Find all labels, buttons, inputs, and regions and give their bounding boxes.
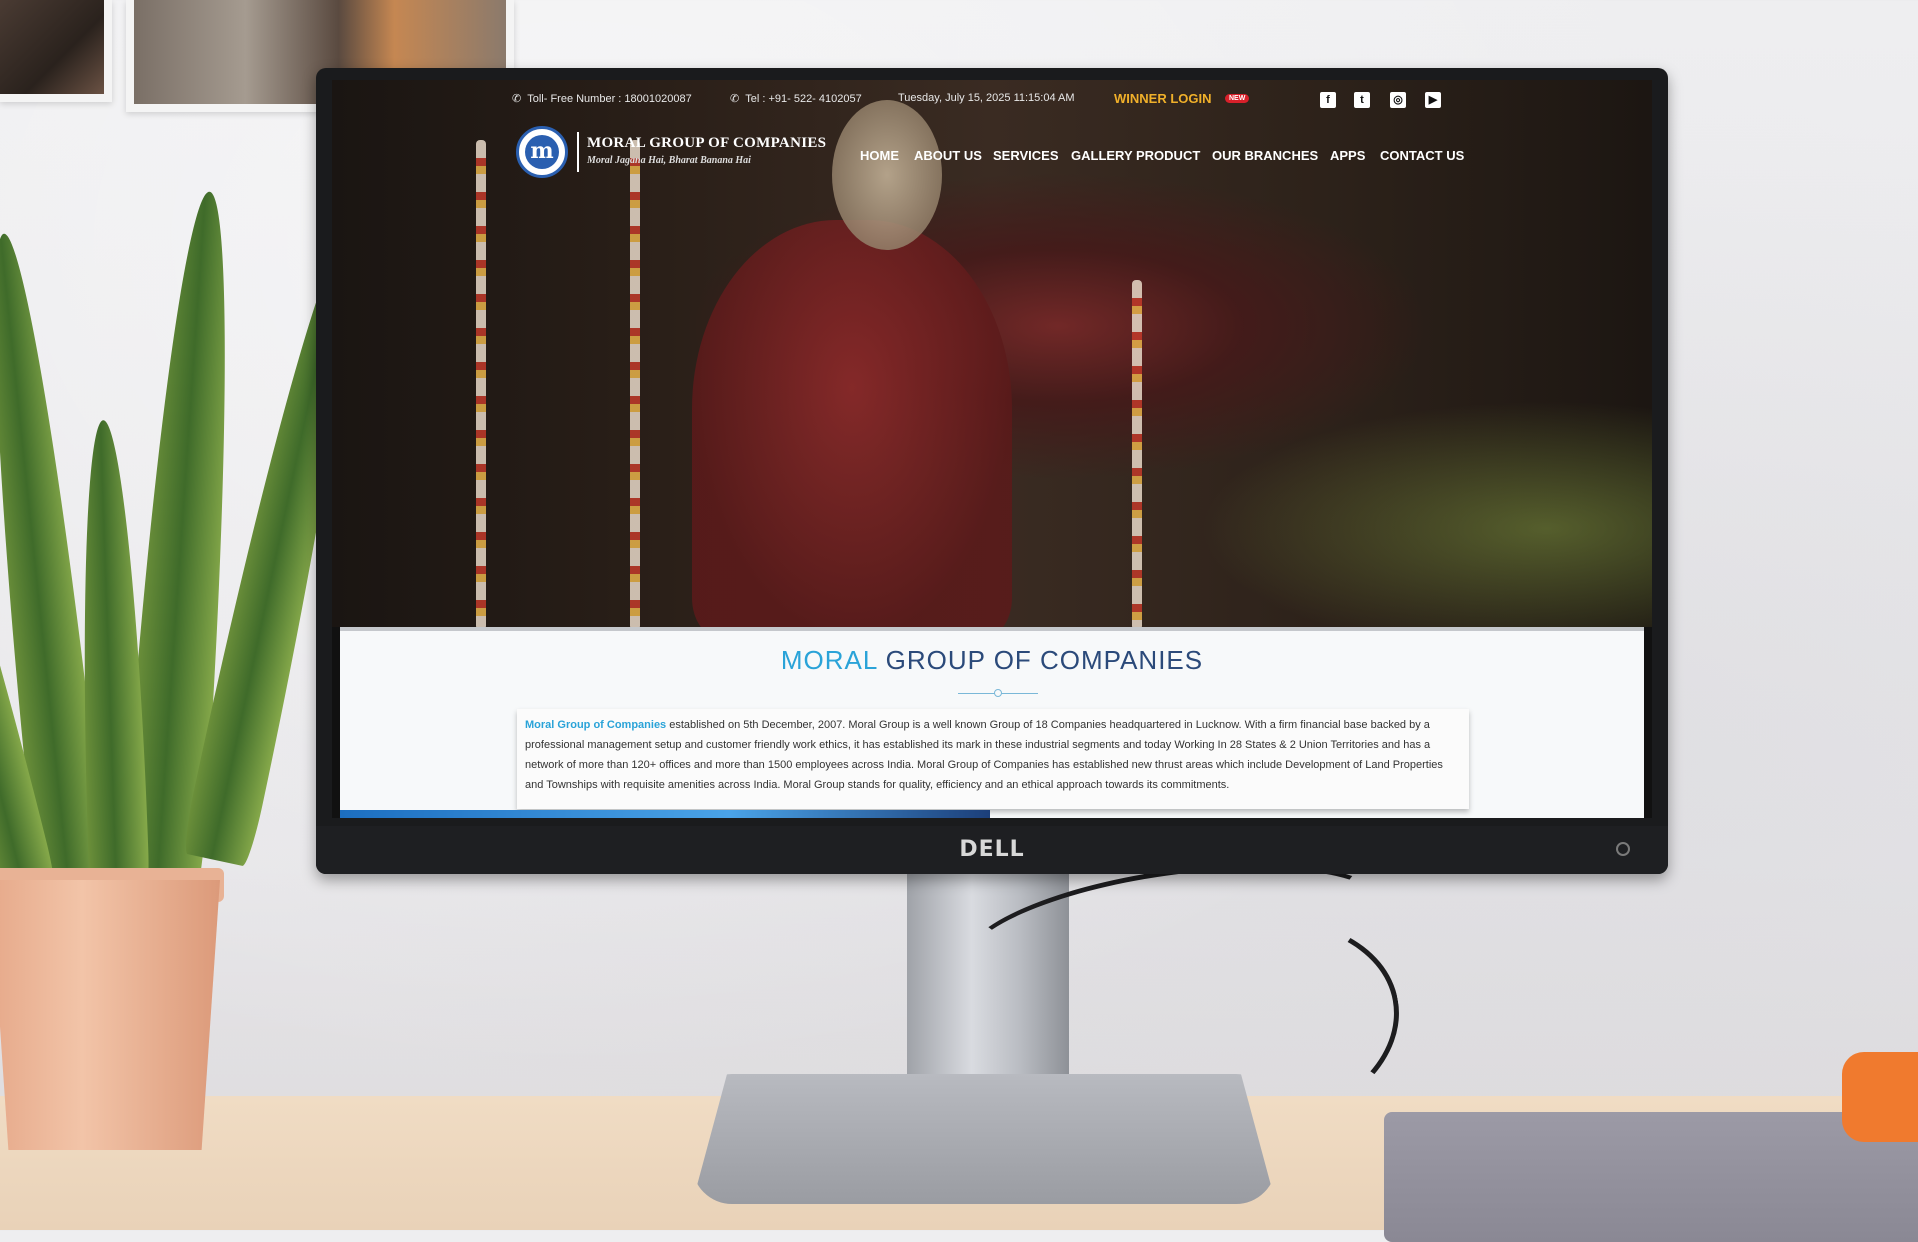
tel-info: ✆ Tel : +91- 522- 4102057 bbox=[730, 92, 862, 105]
datetime: Tuesday, July 15, 2025 11:15:04 AM bbox=[898, 92, 1075, 104]
winner-login-link[interactable]: WINNER LOGIN bbox=[1114, 91, 1212, 106]
heading-rest: GROUP OF COMPANIES bbox=[885, 645, 1204, 675]
tel-text: Tel : +91- 522- 4102057 bbox=[745, 93, 862, 105]
hero-figure-head bbox=[832, 100, 942, 250]
top-info-bar: ✆ Toll- Free Number : 18001020087 ✆ Tel : … bbox=[332, 80, 1652, 116]
youtube-icon[interactable]: ▶ bbox=[1425, 92, 1441, 108]
garland bbox=[1132, 280, 1142, 630]
monitor: ✆ Toll- Free Number : 18001020087 ✆ Tel : … bbox=[316, 68, 1668, 874]
section-heading: MORAL GROUP OF COMPANIES bbox=[340, 645, 1644, 676]
new-badge: NEW bbox=[1225, 94, 1250, 103]
brand-name: MORAL GROUP OF COMPANIES bbox=[587, 135, 827, 151]
about-company-link[interactable]: Moral Group of Companies bbox=[525, 719, 666, 731]
nav-services[interactable]: SERVICES bbox=[993, 148, 1059, 163]
facebook-icon[interactable]: f bbox=[1320, 92, 1336, 108]
nav-apps[interactable]: APPS bbox=[1330, 148, 1365, 163]
laptop bbox=[1384, 1112, 1918, 1242]
heading-accent: MORAL bbox=[780, 645, 878, 675]
logo-mark: m bbox=[525, 135, 559, 169]
phone-icon: ✆ bbox=[512, 93, 522, 105]
about-section: MORAL GROUP OF COMPANIES Moral Group of … bbox=[340, 627, 1644, 818]
nav-about-us[interactable]: ABOUT US bbox=[914, 148, 982, 163]
phone-icon: ✆ bbox=[730, 93, 740, 105]
wall-photo bbox=[0, 0, 112, 102]
nav-contact-us[interactable]: CONTACT US bbox=[1380, 148, 1464, 163]
monitor-bezel: DELL bbox=[316, 826, 1668, 874]
plant-pot bbox=[0, 880, 220, 1150]
nav-product[interactable]: PRODUCT bbox=[1136, 148, 1200, 163]
nav-gallery[interactable]: GALLERY bbox=[1071, 148, 1133, 163]
nav-home[interactable]: HOME bbox=[860, 148, 899, 163]
brand-tagline: Moral Jagana Hai, Bharat Banana Hai bbox=[587, 155, 751, 166]
dell-logo: DELL bbox=[959, 837, 1025, 862]
nav-our-branches[interactable]: OUR BRANCHES bbox=[1212, 148, 1318, 163]
blue-strip bbox=[340, 810, 990, 818]
logo-divider bbox=[577, 132, 579, 172]
twitter-icon[interactable]: t bbox=[1354, 92, 1370, 108]
screen: ✆ Toll- Free Number : 18001020087 ✆ Tel : … bbox=[332, 80, 1652, 818]
company-logo[interactable]: m bbox=[516, 126, 568, 178]
divider-ornament bbox=[992, 687, 1004, 699]
garland bbox=[630, 140, 640, 630]
toll-free-info: ✆ Toll- Free Number : 18001020087 bbox=[512, 92, 692, 105]
external-drive bbox=[1842, 1052, 1918, 1142]
power-button-icon[interactable] bbox=[1616, 842, 1630, 856]
instagram-icon[interactable]: ◎ bbox=[1390, 92, 1406, 108]
toll-free-text: Toll- Free Number : 18001020087 bbox=[527, 93, 692, 105]
about-text-box: Moral Group of Companies established on … bbox=[517, 709, 1469, 809]
garland bbox=[476, 140, 486, 630]
hero-figure bbox=[692, 220, 1012, 640]
